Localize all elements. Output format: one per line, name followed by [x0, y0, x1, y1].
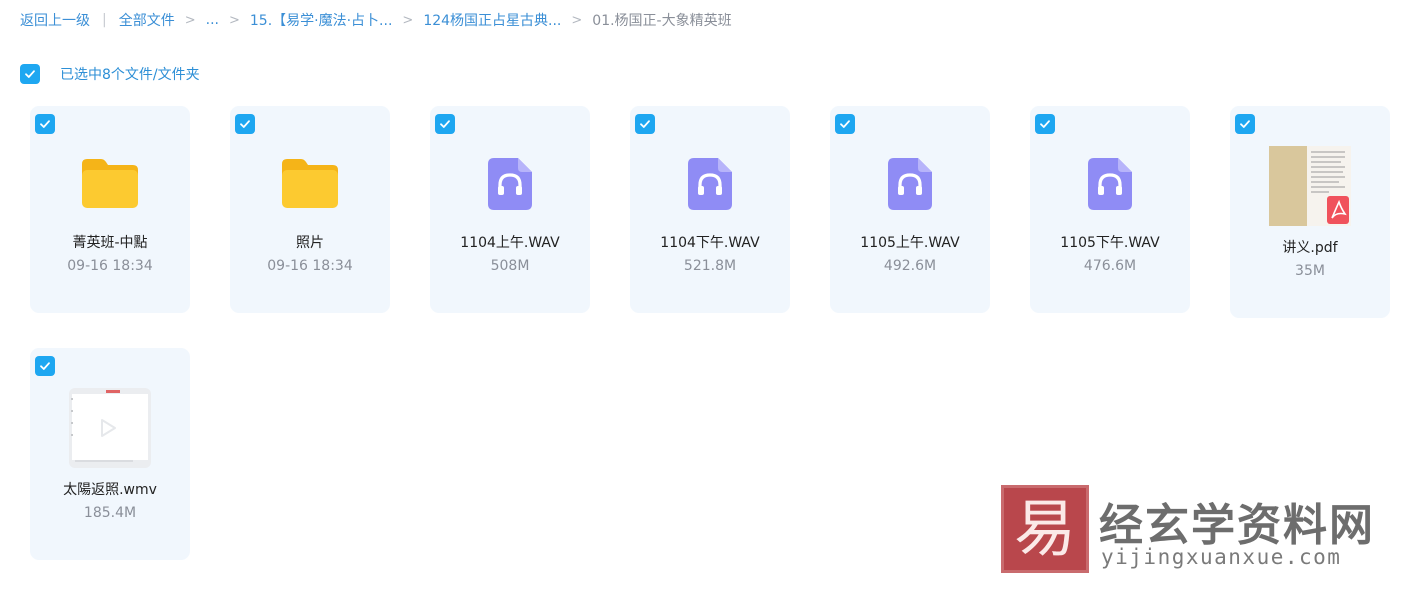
- file-checkbox[interactable]: [635, 114, 655, 134]
- file-meta: 35M: [1295, 263, 1325, 279]
- checkmark-icon: [440, 120, 450, 128]
- checkmark-icon: [240, 120, 250, 128]
- file-meta: 185.4M: [83, 505, 137, 521]
- checkmark-icon: [1240, 120, 1250, 128]
- checkmark-icon: [840, 120, 850, 128]
- file-checkbox[interactable]: [435, 114, 455, 134]
- chevron-right-icon: >: [184, 12, 196, 28]
- breadcrumb-folder-1[interactable]: 15.【易学·魔法·占卜...: [250, 10, 393, 30]
- watermark-logo-glyph: 易: [1013, 492, 1076, 565]
- breadcrumb-current: 01.杨国正-大象精英班: [592, 13, 732, 29]
- file-meta: 492.6M: [883, 258, 937, 274]
- file-card-audio[interactable]: 1105下午.WAV 476.6M: [1030, 106, 1190, 313]
- checkmark-icon: [40, 120, 50, 128]
- audio-file-icon: [630, 158, 790, 210]
- file-name: 1105下午.WAV: [1060, 235, 1160, 251]
- audio-file-icon: [830, 158, 990, 210]
- file-name: 1105上午.WAV: [860, 235, 960, 251]
- checkmark-icon: [25, 70, 35, 78]
- checkmark-icon: [640, 120, 650, 128]
- file-name: 1104上午.WAV: [460, 235, 560, 251]
- file-meta: 09-16 18:34: [67, 258, 153, 274]
- watermark: 易 经玄学资料网 yijingxuanxue.com: [1001, 485, 1373, 573]
- file-name: 照片: [296, 235, 324, 251]
- checkmark-icon: [40, 362, 50, 370]
- breadcrumb-all-files[interactable]: 全部文件: [119, 10, 175, 30]
- breadcrumb-folder-2[interactable]: 124杨国正占星古典...: [423, 10, 561, 30]
- file-checkbox[interactable]: [1035, 114, 1055, 134]
- file-checkbox[interactable]: [1235, 114, 1255, 134]
- file-name: 菁英班-中點: [72, 235, 148, 251]
- file-name: 1104下午.WAV: [660, 235, 760, 251]
- audio-file-icon: [1030, 158, 1190, 210]
- file-name: 讲义.pdf: [1282, 240, 1338, 256]
- file-checkbox[interactable]: [235, 114, 255, 134]
- file-meta: 09-16 18:34: [267, 258, 353, 274]
- watermark-url: yijingxuanxue.com: [1101, 545, 1342, 569]
- file-name: 太陽返照.wmv: [63, 482, 157, 498]
- select-all-row: 已选中8个文件/文件夹: [20, 64, 200, 84]
- chevron-right-icon: >: [402, 12, 414, 28]
- chevron-right-icon: >: [571, 12, 583, 28]
- file-checkbox[interactable]: [35, 114, 55, 134]
- file-card-audio[interactable]: 1105上午.WAV 492.6M: [830, 106, 990, 313]
- pdf-thumbnail: [1230, 146, 1390, 228]
- audio-file-icon: [430, 158, 590, 210]
- file-checkbox[interactable]: [35, 356, 55, 376]
- breadcrumb-divider: |: [102, 12, 107, 28]
- file-card-folder[interactable]: 照片 09-16 18:34: [230, 106, 390, 313]
- file-card-audio[interactable]: 1104下午.WAV 521.8M: [630, 106, 790, 313]
- file-card-audio[interactable]: 1104上午.WAV 508M: [430, 106, 590, 313]
- chevron-right-icon: >: [228, 12, 240, 28]
- back-link[interactable]: 返回上一级: [20, 10, 90, 30]
- file-card-video[interactable]: 太陽返照.wmv 185.4M: [30, 348, 190, 560]
- video-thumbnail: [30, 388, 190, 468]
- folder-icon: [230, 156, 390, 210]
- pdf-badge-icon: [1327, 196, 1349, 224]
- file-meta: 521.8M: [683, 258, 737, 274]
- file-card-folder[interactable]: 菁英班-中點 09-16 18:34: [30, 106, 190, 313]
- folder-icon: [30, 156, 190, 210]
- breadcrumb-ellipsis[interactable]: ...: [206, 12, 219, 28]
- select-all-checkbox[interactable]: [20, 64, 40, 84]
- breadcrumb: 返回上一级 | 全部文件 > ... > 15.【易学·魔法·占卜... > 1…: [20, 10, 732, 30]
- file-checkbox[interactable]: [835, 114, 855, 134]
- file-meta: 476.6M: [1083, 258, 1137, 274]
- watermark-title: 经玄学资料网: [1099, 500, 1375, 551]
- watermark-logo: 易: [1001, 485, 1089, 573]
- checkmark-icon: [1040, 120, 1050, 128]
- selection-count: 已选中8个文件/文件夹: [60, 67, 200, 83]
- file-meta: 508M: [490, 258, 530, 274]
- file-card-pdf[interactable]: 讲义.pdf 35M: [1230, 106, 1390, 318]
